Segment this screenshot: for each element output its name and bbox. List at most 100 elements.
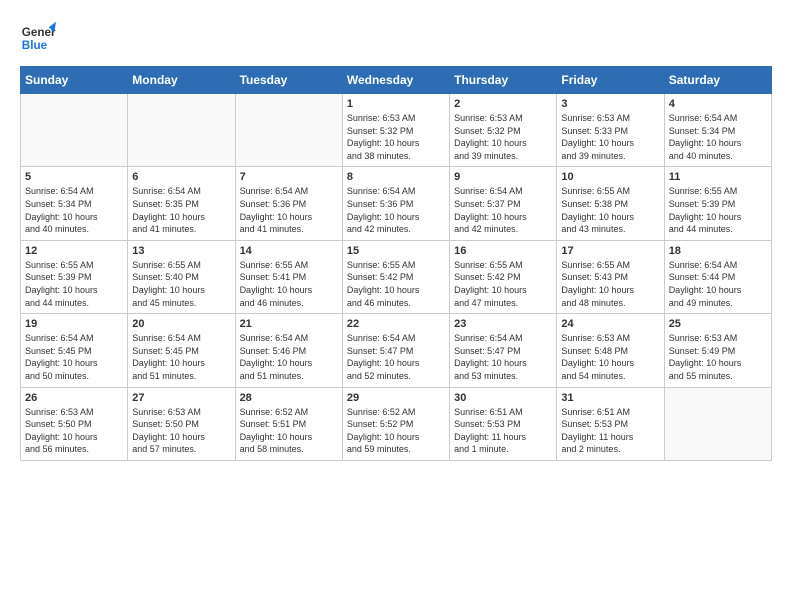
day-number: 7 — [240, 171, 338, 183]
day-number: 28 — [240, 392, 338, 404]
day-number: 23 — [454, 318, 552, 330]
week-row-5: 26 Sunrise: 6:53 AM Sunset: 5:50 PM Dayli… — [21, 387, 772, 460]
day-content: Sunrise: 6:53 AM Sunset: 5:32 PM Dayligh… — [454, 112, 552, 162]
calendar-cell: 16Sunrise: 6:55 AM Sunset: 5:42 PM Dayli… — [450, 240, 557, 313]
day-content: Sunrise: 6:54 AM Sunset: 5:47 PM Dayligh… — [454, 332, 552, 382]
day-content: Sunrise: 6:51 AM Sunset: 5:53 PM Dayligh… — [454, 406, 552, 456]
day-number: 2 — [454, 98, 552, 110]
calendar-cell — [128, 94, 235, 167]
calendar-cell: 29Sunrise: 6:52 AM Sunset: 5:52 PM Dayli… — [342, 387, 449, 460]
page-header: General Blue — [20, 20, 772, 56]
calendar-cell: 25 Sunrise: 6:53 AM Sunset: 5:49 PM Dayli… — [664, 314, 771, 387]
day-header-sunday: Sunday — [21, 67, 128, 94]
day-number: 27 — [132, 392, 230, 404]
day-number: 13 — [132, 245, 230, 257]
day-content: Sunrise: 6:53 AM Sunset: 5:48 PM Dayligh… — [561, 332, 659, 382]
day-number: 15 — [347, 245, 445, 257]
day-header-wednesday: Wednesday — [342, 67, 449, 94]
day-content: Sunrise: 6:54 AM Sunset: 5:37 PM Dayligh… — [454, 185, 552, 235]
calendar-cell: 17Sunrise: 6:55 AM Sunset: 5:43 PM Dayli… — [557, 240, 664, 313]
day-number: 9 — [454, 171, 552, 183]
day-number: 10 — [561, 171, 659, 183]
calendar-cell: 30 Sunrise: 6:51 AM Sunset: 5:53 PM Dayli… — [450, 387, 557, 460]
day-number: 22 — [347, 318, 445, 330]
week-row-3: 12 Sunrise: 6:55 AM Sunset: 5:39 PM Dayli… — [21, 240, 772, 313]
day-number: 4 — [669, 98, 767, 110]
calendar-cell: 8Sunrise: 6:54 AM Sunset: 5:36 PM Daylig… — [342, 167, 449, 240]
calendar-cell: 22 Sunrise: 6:54 AM Sunset: 5:47 PM Dayli… — [342, 314, 449, 387]
day-number: 26 — [25, 392, 123, 404]
calendar-cell: 14Sunrise: 6:55 AM Sunset: 5:41 PM Dayli… — [235, 240, 342, 313]
calendar-cell: 3 Sunrise: 6:53 AM Sunset: 5:33 PM Daylig… — [557, 94, 664, 167]
day-content: Sunrise: 6:55 AM Sunset: 5:39 PM Dayligh… — [25, 259, 123, 309]
day-content: Sunrise: 6:55 AM Sunset: 5:43 PM Dayligh… — [561, 259, 659, 309]
day-content: Sunrise: 6:54 AM Sunset: 5:47 PM Dayligh… — [347, 332, 445, 382]
day-content: Sunrise: 6:54 AM Sunset: 5:45 PM Dayligh… — [25, 332, 123, 382]
day-number: 12 — [25, 245, 123, 257]
day-content: Sunrise: 6:53 AM Sunset: 5:32 PM Dayligh… — [347, 112, 445, 162]
calendar-cell — [664, 387, 771, 460]
svg-text:Blue: Blue — [22, 39, 48, 52]
day-content: Sunrise: 6:51 AM Sunset: 5:53 PM Dayligh… — [561, 406, 659, 456]
day-content: Sunrise: 6:54 AM Sunset: 5:34 PM Dayligh… — [25, 185, 123, 235]
calendar-table: SundayMondayTuesdayWednesdayThursdayFrid… — [20, 66, 772, 461]
day-content: Sunrise: 6:53 AM Sunset: 5:49 PM Dayligh… — [669, 332, 767, 382]
calendar-cell: 18 Sunrise: 6:54 AM Sunset: 5:44 PM Dayli… — [664, 240, 771, 313]
calendar-cell: 20 Sunrise: 6:54 AM Sunset: 5:45 PM Dayli… — [128, 314, 235, 387]
day-content: Sunrise: 6:54 AM Sunset: 5:46 PM Dayligh… — [240, 332, 338, 382]
day-number: 16 — [454, 245, 552, 257]
day-content: Sunrise: 6:53 AM Sunset: 5:50 PM Dayligh… — [132, 406, 230, 456]
calendar-cell: 15 Sunrise: 6:55 AM Sunset: 5:42 PM Dayli… — [342, 240, 449, 313]
day-number: 31 — [561, 392, 659, 404]
day-content: Sunrise: 6:53 AM Sunset: 5:33 PM Dayligh… — [561, 112, 659, 162]
day-content: Sunrise: 6:54 AM Sunset: 5:45 PM Dayligh… — [132, 332, 230, 382]
day-content: Sunrise: 6:54 AM Sunset: 5:35 PM Dayligh… — [132, 185, 230, 235]
calendar-cell: 19 Sunrise: 6:54 AM Sunset: 5:45 PM Dayli… — [21, 314, 128, 387]
day-number: 18 — [669, 245, 767, 257]
day-header-thursday: Thursday — [450, 67, 557, 94]
day-content: Sunrise: 6:54 AM Sunset: 5:44 PM Dayligh… — [669, 259, 767, 309]
day-content: Sunrise: 6:54 AM Sunset: 5:36 PM Dayligh… — [240, 185, 338, 235]
calendar-cell: 27 Sunrise: 6:53 AM Sunset: 5:50 PM Dayli… — [128, 387, 235, 460]
day-number: 21 — [240, 318, 338, 330]
calendar-cell — [235, 94, 342, 167]
day-content: Sunrise: 6:55 AM Sunset: 5:42 PM Dayligh… — [347, 259, 445, 309]
day-number: 11 — [669, 171, 767, 183]
calendar-cell: 6Sunrise: 6:54 AM Sunset: 5:35 PM Daylig… — [128, 167, 235, 240]
calendar-cell: 1 Sunrise: 6:53 AM Sunset: 5:32 PM Daylig… — [342, 94, 449, 167]
calendar-cell: 26 Sunrise: 6:53 AM Sunset: 5:50 PM Dayli… — [21, 387, 128, 460]
calendar-cell: 21 Sunrise: 6:54 AM Sunset: 5:46 PM Dayli… — [235, 314, 342, 387]
day-number: 1 — [347, 98, 445, 110]
calendar-cell — [21, 94, 128, 167]
calendar-cell: 11 Sunrise: 6:55 AM Sunset: 5:39 PM Dayli… — [664, 167, 771, 240]
calendar-cell: 4 Sunrise: 6:54 AM Sunset: 5:34 PM Daylig… — [664, 94, 771, 167]
day-number: 20 — [132, 318, 230, 330]
calendar-cell: 10Sunrise: 6:55 AM Sunset: 5:38 PM Dayli… — [557, 167, 664, 240]
day-content: Sunrise: 6:55 AM Sunset: 5:39 PM Dayligh… — [669, 185, 767, 235]
day-content: Sunrise: 6:53 AM Sunset: 5:50 PM Dayligh… — [25, 406, 123, 456]
day-header-monday: Monday — [128, 67, 235, 94]
day-header-tuesday: Tuesday — [235, 67, 342, 94]
calendar-cell: 28Sunrise: 6:52 AM Sunset: 5:51 PM Dayli… — [235, 387, 342, 460]
day-number: 25 — [669, 318, 767, 330]
day-number: 8 — [347, 171, 445, 183]
day-content: Sunrise: 6:54 AM Sunset: 5:34 PM Dayligh… — [669, 112, 767, 162]
day-number: 5 — [25, 171, 123, 183]
calendar-cell: 24 Sunrise: 6:53 AM Sunset: 5:48 PM Dayli… — [557, 314, 664, 387]
week-row-1: 1 Sunrise: 6:53 AM Sunset: 5:32 PM Daylig… — [21, 94, 772, 167]
week-row-2: 5 Sunrise: 6:54 AM Sunset: 5:34 PM Daylig… — [21, 167, 772, 240]
day-header-friday: Friday — [557, 67, 664, 94]
day-content: Sunrise: 6:55 AM Sunset: 5:40 PM Dayligh… — [132, 259, 230, 309]
day-number: 30 — [454, 392, 552, 404]
calendar-cell: 9 Sunrise: 6:54 AM Sunset: 5:37 PM Daylig… — [450, 167, 557, 240]
day-content: Sunrise: 6:55 AM Sunset: 5:41 PM Dayligh… — [240, 259, 338, 309]
day-number: 19 — [25, 318, 123, 330]
calendar-cell: 12 Sunrise: 6:55 AM Sunset: 5:39 PM Dayli… — [21, 240, 128, 313]
day-number: 24 — [561, 318, 659, 330]
calendar-cell: 31 Sunrise: 6:51 AM Sunset: 5:53 PM Dayli… — [557, 387, 664, 460]
day-number: 3 — [561, 98, 659, 110]
calendar-cell: 2 Sunrise: 6:53 AM Sunset: 5:32 PM Daylig… — [450, 94, 557, 167]
week-row-4: 19 Sunrise: 6:54 AM Sunset: 5:45 PM Dayli… — [21, 314, 772, 387]
logo-icon: General Blue — [20, 20, 56, 56]
day-header-saturday: Saturday — [664, 67, 771, 94]
